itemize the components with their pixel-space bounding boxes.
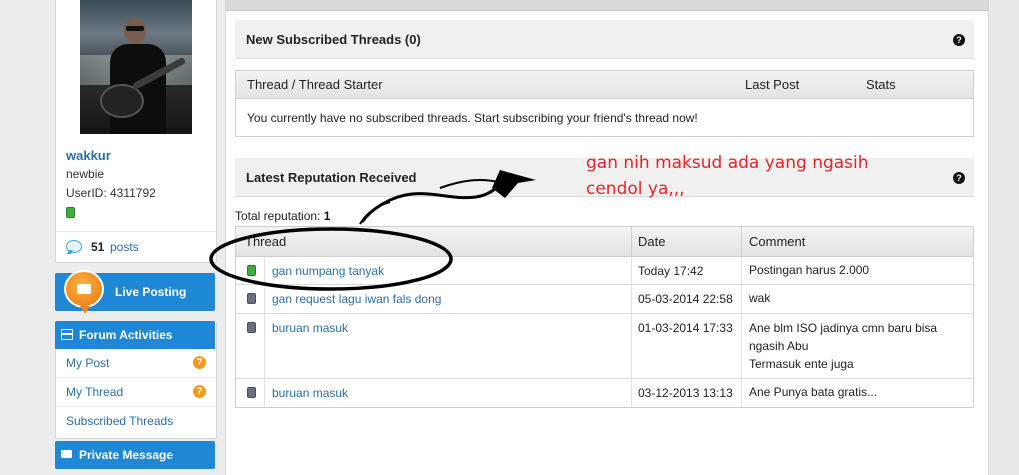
live-posting-label: Live Posting	[115, 285, 187, 299]
thread-link[interactable]: gan numpang tanyak	[272, 264, 384, 278]
top-strip	[226, 0, 988, 11]
rep-comment: Ane Punya bata gratis...	[749, 385, 878, 399]
username[interactable]: wakkur	[66, 148, 111, 163]
thread-link[interactable]: buruan masuk	[272, 321, 348, 335]
empty-message-text: You currently have no subscribed threads…	[247, 111, 698, 125]
reputation-table-header: Thread Date Comment	[236, 227, 973, 257]
user-id: UserID: 4311792	[66, 186, 156, 200]
col-thread-starter[interactable]: Thread / Thread Starter	[247, 77, 383, 92]
rep-comment: Postingan harus 2.000	[749, 263, 870, 277]
main-content: New Subscribed Threads (0) ? Thread / Th…	[225, 0, 989, 475]
avatar[interactable]	[80, 0, 192, 134]
forum-activities-box: Forum Activities My Post ? My Thread ? S…	[55, 321, 217, 439]
col-last-post[interactable]: Last Post	[745, 77, 799, 92]
help-icon[interactable]: ?	[953, 172, 965, 184]
subscribed-threads-header: New Subscribed Threads (0) ?	[235, 20, 974, 59]
table-row: buruan masuk 01-03-2014 17:33 Ane blm IS…	[236, 314, 973, 379]
sidebar: wakkur newbie UserID: 4311792 51 posts L…	[0, 0, 225, 475]
help-icon[interactable]: ?	[953, 34, 965, 46]
annotation-text: gan nih maksud ada yang ngasih cendol ya…	[586, 153, 869, 199]
private-message-title: Private Message	[79, 448, 174, 462]
table-row: buruan masuk 03-12-2013 13:13 Ane Punya …	[236, 379, 973, 407]
total-reputation-label: Total reputation:	[235, 209, 321, 223]
subscribed-threads-title: New Subscribed Threads (0)	[246, 32, 421, 47]
total-reputation: Total reputation: 1	[235, 209, 330, 223]
forum-activity-subscribed-threads[interactable]: Subscribed Threads	[56, 407, 216, 435]
subscribed-threads-link[interactable]: Subscribed Threads	[66, 414, 173, 428]
total-reputation-value: 1	[323, 209, 331, 223]
profile-card: wakkur newbie UserID: 4311792 51 posts	[55, 0, 217, 263]
posts-count-row[interactable]: 51 posts	[56, 231, 216, 263]
offline-status-icon	[247, 322, 256, 333]
col-stats[interactable]: Stats	[866, 77, 896, 92]
rep-comment: Ane blm ISO jadinya cmn baru bisa ngasih…	[749, 321, 938, 371]
table-row: gan request lagu iwan fals dong 05-03-20…	[236, 285, 973, 314]
avatar-head	[124, 18, 146, 44]
post-count: 51	[91, 240, 105, 254]
online-status-icon	[66, 207, 75, 218]
col-thread[interactable]: Thread	[245, 234, 286, 249]
rep-date: 03-12-2013 13:13	[638, 386, 733, 400]
offline-status-icon	[247, 293, 256, 304]
forum-activities-header: Forum Activities	[55, 321, 215, 349]
table-row: gan numpang tanyak Today 17:42 Postingan…	[236, 257, 973, 285]
user-rank: newbie	[66, 167, 105, 181]
rep-date: Today 17:42	[638, 264, 704, 278]
rep-date: 01-03-2014 17:33	[638, 321, 733, 335]
rep-comment: wak	[749, 291, 771, 305]
live-posting-icon	[64, 270, 104, 314]
avatar-guitar	[100, 84, 144, 118]
subscribed-table-header: Thread / Thread Starter Last Post Stats	[235, 70, 974, 99]
forum-icon	[61, 329, 73, 340]
rep-date: 05-03-2014 22:58	[638, 292, 733, 306]
my-thread-link[interactable]: My Thread	[66, 385, 123, 399]
help-badge-icon[interactable]: ?	[193, 356, 206, 369]
col-comment[interactable]: Comment	[749, 234, 805, 249]
posts-link[interactable]: posts	[110, 240, 139, 254]
reputation-title: Latest Reputation Received	[246, 170, 417, 185]
avatar-sunglasses	[126, 26, 144, 31]
online-status-icon	[247, 265, 256, 276]
mail-icon	[61, 450, 72, 458]
reputation-table: Thread Date Comment gan numpang tanyak T…	[235, 226, 974, 408]
forum-activities-title: Forum Activities	[79, 328, 173, 342]
forum-activity-my-thread[interactable]: My Thread ?	[56, 378, 216, 407]
chat-icon	[66, 240, 82, 253]
private-message-header[interactable]: Private Message	[55, 441, 215, 469]
live-posting-button[interactable]: Live Posting	[55, 270, 215, 314]
offline-status-icon	[247, 387, 256, 398]
forum-activity-my-post[interactable]: My Post ?	[56, 349, 216, 378]
subscribed-empty-message: You currently have no subscribed threads…	[235, 99, 974, 137]
my-post-link[interactable]: My Post	[66, 356, 109, 370]
thread-link[interactable]: gan request lagu iwan fals dong	[272, 292, 441, 306]
help-badge-icon[interactable]: ?	[193, 385, 206, 398]
col-date[interactable]: Date	[638, 234, 665, 249]
thread-link[interactable]: buruan masuk	[272, 386, 348, 400]
